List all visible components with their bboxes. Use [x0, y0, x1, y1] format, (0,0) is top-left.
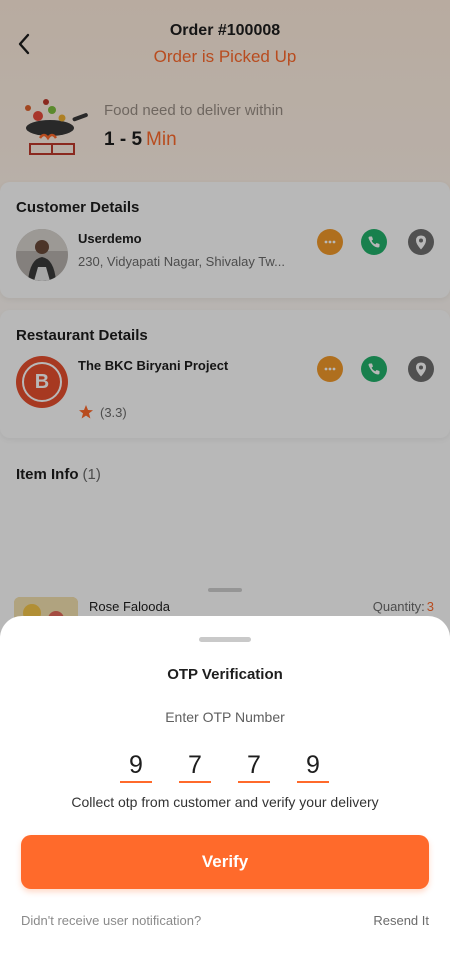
otp-title: OTP Verification — [167, 666, 283, 683]
sheet-drag-handle[interactable] — [199, 637, 251, 642]
otp-digit-2[interactable]: 7 — [179, 751, 211, 783]
no-notification-text: Didn't receive user notification? — [21, 913, 202, 928]
otp-digit-4[interactable]: 9 — [297, 751, 329, 783]
otp-subtitle: Enter OTP Number — [165, 709, 285, 725]
verify-button[interactable]: Verify — [21, 835, 429, 889]
otp-digit-3[interactable]: 7 — [238, 751, 270, 783]
otp-bottom-sheet: OTP Verification Enter OTP Number 9 7 7 … — [0, 616, 450, 975]
otp-hint: Collect otp from customer and verify you… — [71, 794, 379, 810]
otp-digit-1[interactable]: 9 — [120, 751, 152, 783]
resend-otp-link[interactable]: Resend It — [373, 913, 429, 928]
